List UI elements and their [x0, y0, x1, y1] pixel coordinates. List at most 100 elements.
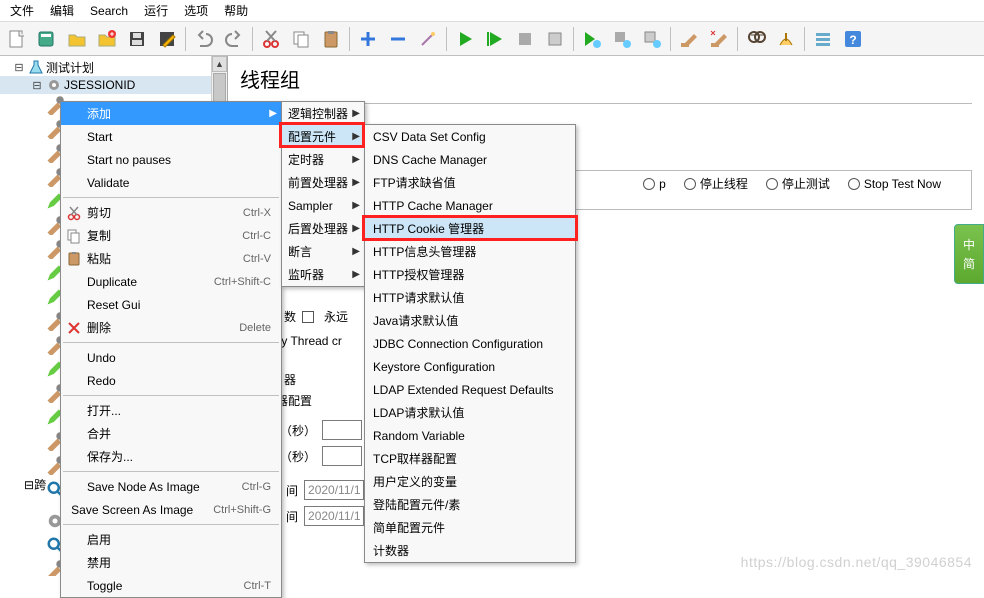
ctx-item[interactable]: 打开...	[61, 399, 281, 422]
ctx-add[interactable]: 添加 ▶	[61, 102, 281, 125]
tb-start[interactable]	[451, 25, 479, 53]
ctx-category-item[interactable]: 逻辑控制器▶	[282, 102, 364, 125]
ctx-config-item[interactable]: HTTP Cache Manager	[365, 194, 575, 217]
tree-row-jsessionid[interactable]: ⊟ JSESSIONID	[0, 76, 227, 94]
ctx-item[interactable]: Validate	[61, 171, 281, 194]
tb-search[interactable]	[742, 25, 770, 53]
tb-help[interactable]: ?	[839, 25, 867, 53]
ctx-item[interactable]: DuplicateCtrl+Shift-C	[61, 270, 281, 293]
tb-paste[interactable]	[317, 25, 345, 53]
tb-remote-shutdown[interactable]	[638, 25, 666, 53]
ctx-item[interactable]: Save Screen As ImageCtrl+Shift-G	[61, 498, 281, 521]
tree-expand-icon[interactable]: ⊟	[12, 61, 26, 74]
radio-continue[interactable]: p	[643, 177, 666, 191]
startup-input[interactable]	[322, 446, 362, 466]
ctx-item[interactable]: 删除Delete	[61, 316, 281, 339]
tb-open[interactable]	[63, 25, 91, 53]
ctx-config-item[interactable]: HTTP Cookie 管理器	[365, 217, 575, 240]
tb-undo[interactable]	[190, 25, 218, 53]
tb-remote-stop[interactable]	[608, 25, 636, 53]
ctx-category-item[interactable]: 定时器▶	[282, 148, 364, 171]
ctx-config-item[interactable]: HTTP请求默认值	[365, 286, 575, 309]
tb-save[interactable]	[123, 25, 151, 53]
ctx-config-item[interactable]: JDBC Connection Configuration	[365, 332, 575, 355]
ctx-config-item[interactable]: HTTP授权管理器	[365, 263, 575, 286]
ctx-category-item[interactable]: 断言▶	[282, 240, 364, 263]
tb-close[interactable]	[93, 25, 121, 53]
ctx-config-item[interactable]: Keystore Configuration	[365, 355, 575, 378]
ctx-config-item[interactable]: LDAP Extended Request Defaults	[365, 378, 575, 401]
ctx-item[interactable]: 保存为...	[61, 445, 281, 468]
scroll-up-icon[interactable]: ▲	[212, 56, 227, 72]
tb-clear-all[interactable]	[705, 25, 733, 53]
ctx-config-item[interactable]: CSV Data Set Config	[365, 125, 575, 148]
side-tab[interactable]: 中 简	[954, 224, 984, 284]
ctx-item[interactable]: Start no pauses	[61, 148, 281, 171]
tb-new[interactable]	[3, 25, 31, 53]
menu-edit[interactable]: 编辑	[42, 0, 82, 21]
ctx-item[interactable]: 粘贴Ctrl-V	[61, 247, 281, 270]
radio-stop-thread[interactable]: 停止线程	[684, 175, 748, 192]
ctx-config-item[interactable]: DNS Cache Manager	[365, 148, 575, 171]
ctx-item[interactable]: 禁用	[61, 551, 281, 574]
ctx-config-item[interactable]: LDAP请求默认值	[365, 401, 575, 424]
ctx-item[interactable]: 复制Ctrl-C	[61, 224, 281, 247]
ctx-category-item[interactable]: Sampler▶	[282, 194, 364, 217]
ctx-config-item[interactable]: Java请求默认值	[365, 309, 575, 332]
tb-reset-search[interactable]	[772, 25, 800, 53]
ctx-item[interactable]: Reset Gui	[61, 293, 281, 316]
ctx-category-item[interactable]: 前置处理器▶	[282, 171, 364, 194]
ctx-config-item[interactable]: 登陆配置元件/素	[365, 493, 575, 516]
ctx-config-item[interactable]: 计数器	[365, 539, 575, 562]
menu-run[interactable]: 运行	[136, 0, 176, 21]
ctx-item[interactable]: 启用	[61, 528, 281, 551]
tb-cut[interactable]	[257, 25, 285, 53]
tb-save-as[interactable]	[153, 25, 181, 53]
tb-clear[interactable]	[675, 25, 703, 53]
tb-wand[interactable]	[414, 25, 442, 53]
ctx-config-item[interactable]: TCP取样器配置	[365, 447, 575, 470]
tb-stop[interactable]	[511, 25, 539, 53]
ctx-config-item[interactable]: FTP请求缺省值	[365, 171, 575, 194]
duration-input[interactable]	[322, 420, 362, 440]
ctx-category-item[interactable]: 配置元件▶	[282, 125, 364, 148]
context-menu-main[interactable]: 添加 ▶ StartStart no pausesValidate 剪切Ctrl-…	[60, 101, 282, 598]
radio-stop-test[interactable]: 停止测试	[766, 175, 830, 192]
tb-copy[interactable]	[287, 25, 315, 53]
ctx-item[interactable]: Redo	[61, 369, 281, 392]
start-time-input[interactable]	[304, 480, 364, 500]
menu-options[interactable]: 选项	[176, 0, 216, 21]
ctx-category-item[interactable]: 后置处理器▶	[282, 217, 364, 240]
ctx-config-item[interactable]: 用户定义的变量	[365, 470, 575, 493]
tree-expand-icon[interactable]: ⊟	[24, 478, 34, 492]
ctx-item[interactable]: Start	[61, 125, 281, 148]
ctx-item[interactable]: Undo	[61, 346, 281, 369]
ctx-config-item[interactable]: Random Variable	[365, 424, 575, 447]
ctx-config-item[interactable]: 简单配置元件	[365, 516, 575, 539]
menu-search[interactable]: Search	[82, 2, 136, 20]
tb-templates[interactable]	[33, 25, 61, 53]
tb-shutdown[interactable]	[541, 25, 569, 53]
ctx-category-item[interactable]: 监听器▶	[282, 263, 364, 286]
radio-stop-now[interactable]: Stop Test Now	[848, 177, 941, 191]
tb-redo[interactable]	[220, 25, 248, 53]
tb-toggle[interactable]	[809, 25, 837, 53]
tb-remove[interactable]	[384, 25, 412, 53]
forever-checkbox[interactable]	[302, 311, 314, 323]
tb-start-no-pause[interactable]	[481, 25, 509, 53]
ctx-item[interactable]: 合并	[61, 422, 281, 445]
ctx-config-item[interactable]: HTTP信息头管理器	[365, 240, 575, 263]
menu-help[interactable]: 帮助	[216, 0, 256, 21]
context-menu-config[interactable]: CSV Data Set ConfigDNS Cache ManagerFTP请…	[364, 124, 576, 563]
tree-row-cross[interactable]: ⊟ 跨	[24, 476, 46, 493]
ctx-item[interactable]: Save Node As ImageCtrl-G	[61, 475, 281, 498]
tb-remote-start[interactable]	[578, 25, 606, 53]
ctx-item[interactable]: ToggleCtrl-T	[61, 574, 281, 597]
menu-file[interactable]: 文件	[2, 0, 42, 21]
context-menu-categories[interactable]: 逻辑控制器▶配置元件▶定时器▶前置处理器▶Sampler▶后置处理器▶断言▶监听…	[281, 101, 365, 287]
tree-row-plan[interactable]: ⊟ 测试计划	[0, 58, 227, 76]
ctx-item[interactable]: 剪切Ctrl-X	[61, 201, 281, 224]
tb-add[interactable]	[354, 25, 382, 53]
tree-expand-icon[interactable]: ⊟	[30, 79, 44, 92]
end-time-input[interactable]	[304, 506, 364, 526]
